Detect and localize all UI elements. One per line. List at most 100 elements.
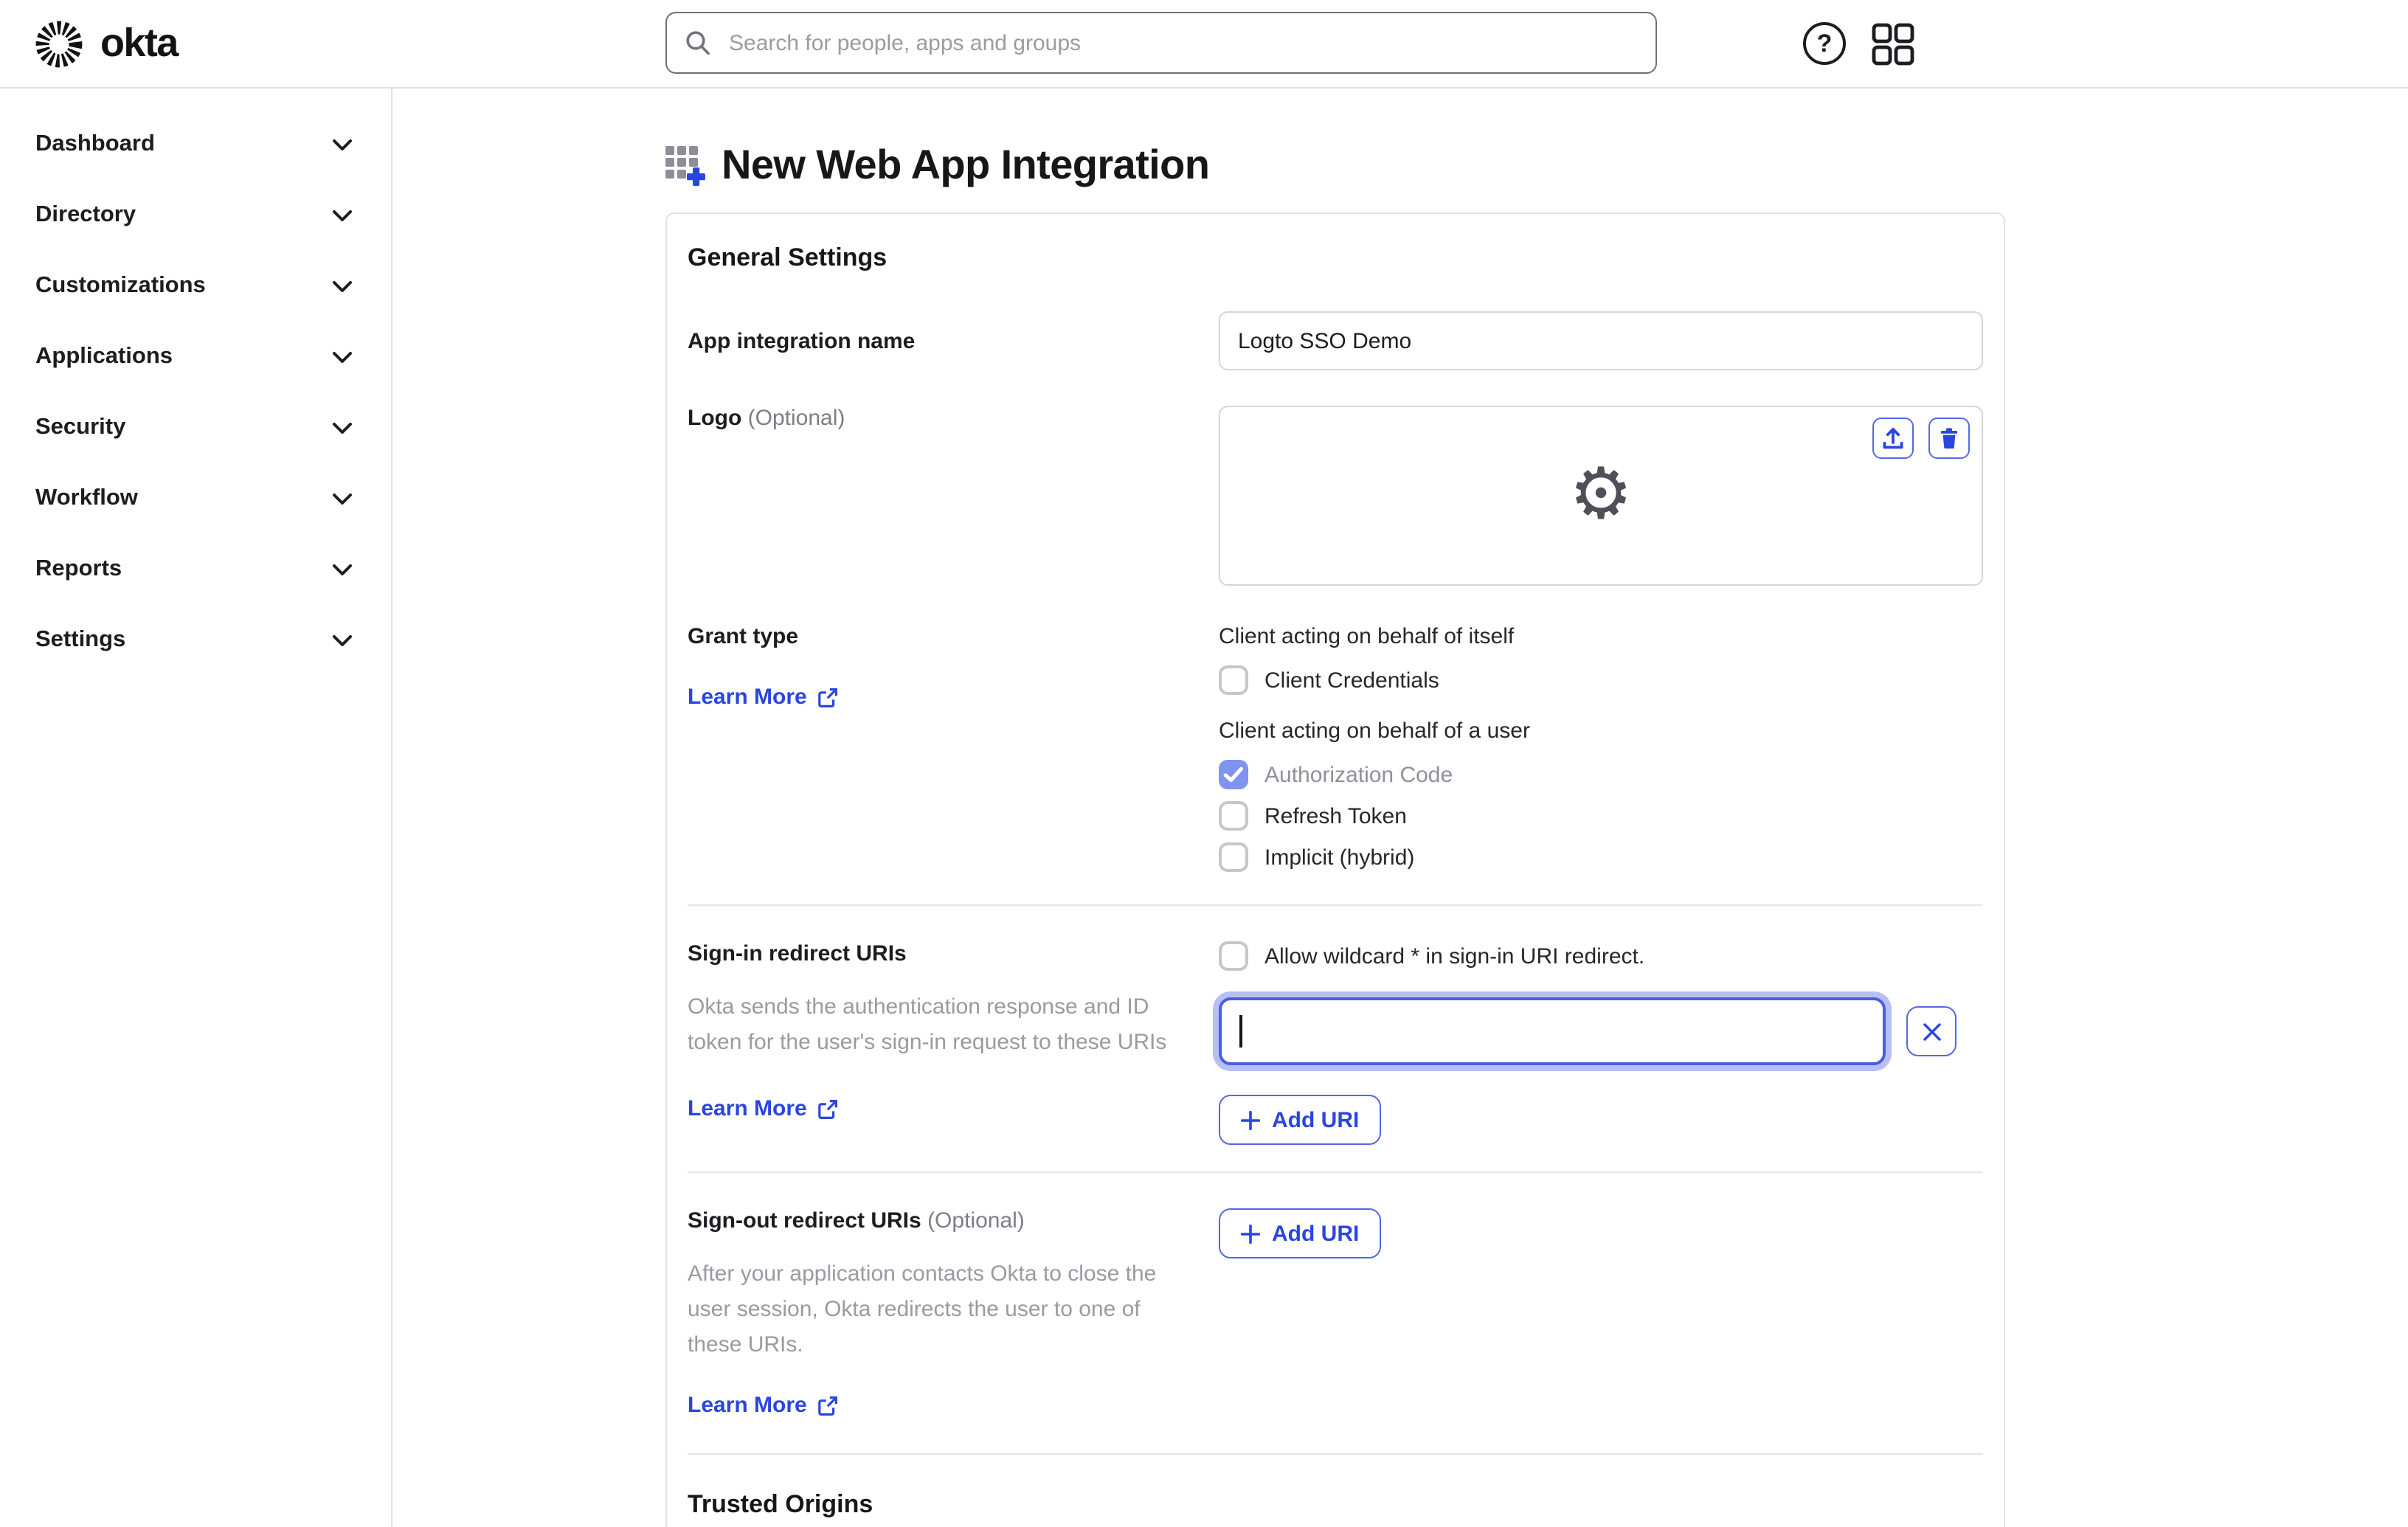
sidebar-item-customizations[interactable]: Customizations <box>0 251 391 322</box>
learn-more-label: Learn More <box>688 1096 807 1121</box>
trash-icon <box>1940 428 1958 449</box>
checkbox-row: Refresh Token <box>1219 801 1983 831</box>
signout-label: Sign-out redirect URIs <box>688 1208 921 1233</box>
logo-label: Logo <box>688 406 742 431</box>
app-name-input[interactable] <box>1219 311 1983 370</box>
chevron-down-icon <box>333 493 352 504</box>
client-credentials-checkbox[interactable] <box>1219 665 1248 695</box>
close-icon <box>1923 1022 1940 1040</box>
sidebar-item-security[interactable]: Security <box>0 392 391 463</box>
help-button[interactable]: ? <box>1803 22 1846 65</box>
checkbox-label: Implicit (hybrid) <box>1264 845 1415 870</box>
chevron-down-icon <box>333 564 352 575</box>
sidebar-nav: Dashboard Directory Customizations Appli… <box>0 89 392 1527</box>
okta-logo[interactable]: okta <box>0 15 179 72</box>
sidebar-item-label: Security <box>35 415 126 440</box>
app-name-row: App integration name <box>688 311 1983 370</box>
search-icon <box>686 30 710 55</box>
sidebar-item-workflow[interactable]: Workflow <box>0 463 391 534</box>
chevron-down-icon <box>333 422 352 433</box>
grant-learn-more-link[interactable]: Learn More <box>688 685 838 710</box>
chevron-down-icon <box>333 280 352 291</box>
checkbox-row: Authorization Code <box>1219 760 1983 789</box>
checkbox-label: Refresh Token <box>1264 803 1407 828</box>
implicit-hybrid-checkbox[interactable] <box>1219 842 1248 872</box>
learn-more-label: Learn More <box>688 685 807 710</box>
page-title-row: New Web App Integration <box>665 142 2408 189</box>
sidebar-item-reports[interactable]: Reports <box>0 534 391 605</box>
signin-description: Okta sends the authentication response a… <box>688 994 1167 1055</box>
refresh-token-checkbox[interactable] <box>1219 801 1248 831</box>
main-content: New Web App Integration General Settings… <box>392 89 2408 1527</box>
page-title: New Web App Integration <box>722 142 1210 187</box>
signin-redirect-row: Sign-in redirect URIs Okta sends the aut… <box>688 906 1983 1171</box>
chevron-down-icon <box>333 634 352 645</box>
signout-add-uri-button[interactable]: Add URI <box>1219 1208 1382 1258</box>
sidebar-item-directory[interactable]: Directory <box>0 180 391 251</box>
checkbox-label: Authorization Code <box>1264 762 1453 787</box>
app-name-label: App integration name <box>688 328 916 353</box>
signout-optional-label: (Optional) <box>927 1208 1025 1233</box>
chevron-down-icon <box>333 210 352 221</box>
grid-icon <box>1872 22 1914 65</box>
trusted-origins-heading: Trusted Origins <box>688 1490 873 1518</box>
gear-icon: ⚙ <box>1568 456 1633 534</box>
grant-type-label: Grant type <box>688 624 799 649</box>
okta-aura-icon <box>35 20 83 67</box>
header-actions: ? <box>1803 0 2408 87</box>
general-settings-heading: General Settings <box>688 243 888 271</box>
signin-label: Sign-in redirect URIs <box>688 941 907 966</box>
logo-optional-label: (Optional) <box>747 406 845 431</box>
global-search[interactable] <box>665 12 1657 74</box>
chevron-down-icon <box>333 351 352 362</box>
signout-learn-more-link[interactable]: Learn More <box>688 1393 838 1418</box>
sidebar-item-dashboard[interactable]: Dashboard <box>0 109 391 180</box>
grant-self-title: Client acting on behalf of itself <box>1219 624 1515 649</box>
add-uri-label: Add URI <box>1272 1221 1360 1246</box>
signin-uri-line <box>1219 997 1983 1065</box>
checkbox-row: Allow wildcard * in sign-in URI redirect… <box>1219 941 1983 971</box>
grant-user-title: Client acting on behalf of a user <box>1219 719 1530 744</box>
checkbox-label: Client Credentials <box>1264 668 1439 693</box>
grant-type-row: Grant type Learn More Client acting on b… <box>688 624 1983 904</box>
checkbox-row: Implicit (hybrid) <box>1219 842 1983 872</box>
checkbox-row: Client Credentials <box>1219 665 1983 695</box>
sidebar-item-label: Customizations <box>35 273 206 298</box>
search-input[interactable] <box>726 29 1638 57</box>
sidebar-item-settings[interactable]: Settings <box>0 605 391 676</box>
plus-icon <box>1241 1110 1260 1129</box>
okta-admin-page: okta ? Dashboar <box>0 0 2408 1527</box>
signin-add-uri-button[interactable]: Add URI <box>1219 1095 1382 1145</box>
external-link-icon <box>817 1099 837 1118</box>
sidebar-item-label: Settings <box>35 627 126 652</box>
external-link-icon <box>817 688 837 707</box>
top-header: okta ? <box>0 0 2408 89</box>
signin-uri-input[interactable] <box>1219 997 1886 1065</box>
upload-logo-button[interactable] <box>1872 418 1914 459</box>
new-app-grid-plus-icon <box>665 145 705 185</box>
sidebar-item-label: Applications <box>35 344 173 369</box>
remove-uri-button[interactable] <box>1906 1006 1957 1056</box>
plus-icon <box>1241 1224 1260 1243</box>
check-icon <box>1223 766 1243 783</box>
app-switcher-button[interactable] <box>1871 21 1915 66</box>
section-divider <box>688 1453 1983 1455</box>
sidebar-item-applications[interactable]: Applications <box>0 322 391 392</box>
upload-icon <box>1883 427 1903 449</box>
sidebar-item-label: Directory <box>35 202 136 227</box>
sidebar-item-label: Workflow <box>35 485 138 510</box>
logo-dropzone[interactable]: ⚙ <box>1219 406 1983 586</box>
okta-wordmark: okta <box>100 21 179 65</box>
delete-logo-button[interactable] <box>1928 418 1970 459</box>
logo-row: Logo (Optional) ⚙ <box>688 406 1983 586</box>
sidebar-item-label: Reports <box>35 556 122 581</box>
signout-description: After your application contacts Okta to … <box>688 1261 1157 1357</box>
signin-learn-more-link[interactable]: Learn More <box>688 1096 838 1121</box>
sidebar-item-label: Dashboard <box>35 131 155 156</box>
checkbox-label: Allow wildcard * in sign-in URI redirect… <box>1264 943 1645 969</box>
integration-form-card: General Settings App integration name Lo… <box>665 212 2005 1527</box>
text-cursor <box>1239 1015 1242 1048</box>
wildcard-checkbox[interactable] <box>1219 941 1248 971</box>
logo-actions <box>1872 418 1970 459</box>
learn-more-label: Learn More <box>688 1393 807 1418</box>
